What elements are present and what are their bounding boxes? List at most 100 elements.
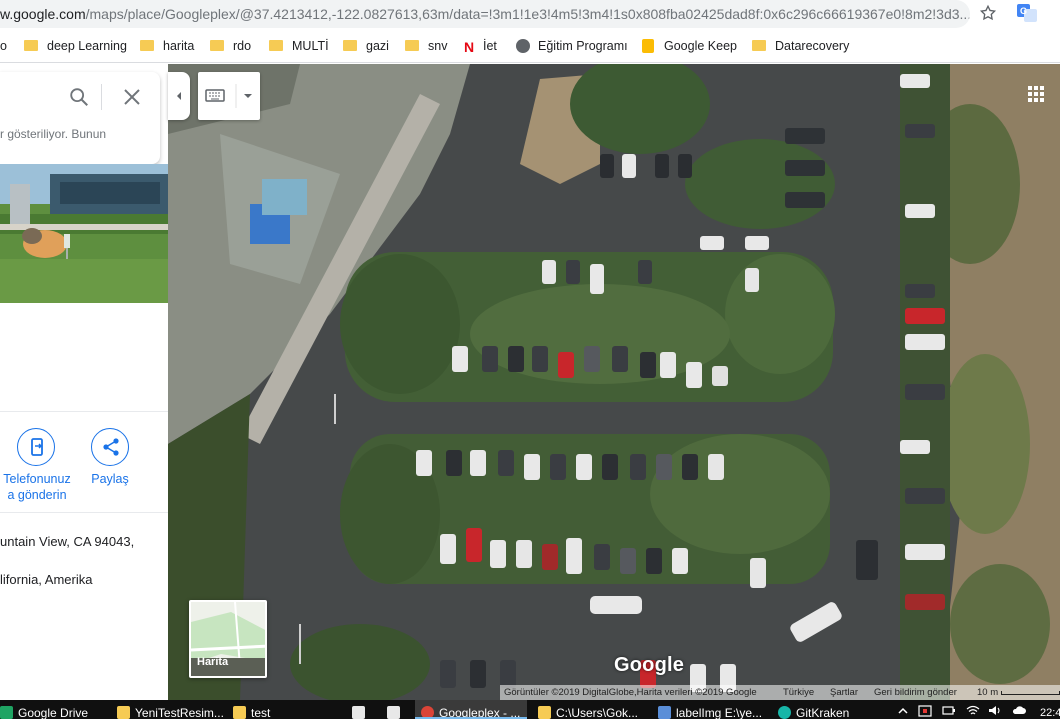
divider [0, 512, 168, 513]
bookmark-label: gazi [366, 39, 389, 53]
taskbar-item-explorer[interactable]: C:\Users\Gok... [538, 700, 650, 719]
globe-icon [516, 39, 530, 53]
action-label-line: Paylaş [91, 472, 129, 486]
search-hint-text: r gösteriliyor. Bunun [0, 127, 107, 141]
taskbar-item-folder[interactable]: YeniTestResim... [117, 700, 227, 719]
folder-icon [210, 40, 224, 51]
search-input[interactable] [0, 80, 60, 110]
divider [0, 411, 168, 412]
bookmark-item[interactable]: Datarecovery [752, 37, 849, 55]
url-field[interactable]: w.google.com/maps/place/Googleplex/@37.4… [0, 0, 970, 28]
map-layer-toggle[interactable]: Harita [189, 600, 267, 678]
scale-label[interactable]: 10 m [977, 685, 998, 700]
antivirus-icon[interactable] [918, 704, 932, 717]
action-label-line: Telefonunuz [3, 472, 71, 486]
taskbar-item-mail[interactable] [387, 700, 405, 719]
send-to-phone-label[interactable]: Telefonunuz a gönderin [0, 471, 74, 503]
netflix-icon: N [464, 39, 475, 55]
country-link[interactable]: Türkiye [783, 685, 814, 700]
star-outline-icon[interactable] [979, 4, 997, 22]
map-attribution: Görüntüler ©2019 DigitalGlobe,Harita ver… [500, 685, 1060, 700]
cloud-sync-icon[interactable] [1012, 704, 1026, 717]
chevron-up-icon[interactable] [896, 704, 910, 717]
bookmark-label: MULTİ [292, 39, 329, 53]
scale-bar [1001, 691, 1060, 695]
place-photo[interactable] [0, 164, 168, 303]
send-to-phone-icon [31, 438, 43, 456]
folder-icon [140, 40, 154, 51]
taskbar-item-google-drive[interactable]: Google Drive [0, 700, 110, 719]
taskbar-item-folder[interactable]: test [233, 700, 343, 719]
bookmark-label: Google Keep [664, 39, 737, 53]
bookmarks-bar: o deep Learning harita rdo MULTİ gazi sn… [0, 30, 1060, 63]
search-icon[interactable] [68, 86, 90, 108]
bookmark-label: snv [428, 39, 448, 53]
taskbar-label: Googleplex - ... [439, 706, 521, 719]
drive-icon [0, 706, 13, 719]
bookmark-item[interactable]: MULTİ [269, 37, 329, 55]
volume-icon[interactable] [988, 704, 1002, 717]
keep-icon [642, 39, 654, 53]
collapse-panel-button[interactable] [168, 72, 190, 120]
send-to-phone-button[interactable] [17, 428, 55, 466]
layer-toggle-label: Harita [197, 656, 229, 668]
taskbar-item-store[interactable] [352, 700, 370, 719]
apps-grid-icon[interactable] [1027, 85, 1045, 103]
bookmark-item[interactable]: Eğitim Programı [516, 37, 628, 55]
bookmark-item[interactable]: Google Keep [642, 37, 737, 55]
folder-icon [405, 40, 419, 51]
wifi-icon[interactable] [966, 704, 980, 717]
taskbar-label: test [251, 706, 271, 719]
taskbar-label: labelImg E:\ye... [676, 706, 763, 719]
close-icon[interactable] [123, 88, 141, 106]
feedback-link[interactable]: Geri bildirim gönder [874, 685, 957, 700]
bookmark-label: Eğitim Programı [538, 39, 628, 53]
bookmark-item[interactable]: gazi [343, 37, 389, 55]
photo-image [0, 164, 168, 303]
share-label[interactable]: Paylaş [80, 471, 140, 487]
url-path: /maps/place/Googleplex/@37.4213412,-122.… [85, 6, 970, 22]
gitkraken-icon [778, 706, 791, 719]
share-icon [103, 438, 119, 456]
keyboard-icon [205, 84, 252, 108]
labelimg-icon [658, 706, 671, 719]
svg-text:G: G [1020, 6, 1027, 16]
bookmark-item[interactable]: rdo [210, 37, 251, 55]
bookmark-label: rdo [233, 39, 252, 53]
folder-icon [343, 40, 357, 51]
share-button[interactable] [91, 428, 129, 466]
folder-icon [752, 40, 766, 51]
bookmark-item[interactable]: harita [140, 37, 194, 55]
taskbar-item-labelimg[interactable]: labelImg E:\ye... [658, 700, 770, 719]
store-icon [352, 706, 365, 719]
input-tools-button[interactable] [198, 72, 260, 120]
taskbar-item-chrome[interactable]: Googleplex - ... [415, 700, 527, 719]
mail-icon [387, 706, 400, 719]
google-translate-icon[interactable]: G [1017, 4, 1037, 22]
taskbar-label: YeniTestResim... [135, 706, 224, 719]
terms-link[interactable]: Şartlar [830, 685, 858, 700]
bookmark-item[interactable]: deep Learning [24, 37, 127, 55]
imagery-credit: Görüntüler ©2019 DigitalGlobe,Harita ver… [504, 687, 757, 698]
windows-taskbar: Google Drive YeniTestResim... test Googl… [0, 700, 1060, 719]
bookmark-item[interactable]: N İet [464, 37, 497, 55]
taskbar-clock[interactable]: 22:4 [1040, 700, 1060, 719]
folder-icon [233, 706, 246, 719]
browser-address-bar: w.google.com/maps/place/Googleplex/@37.4… [0, 0, 1060, 30]
bookmark-label: o [0, 39, 7, 53]
taskbar-label: Google Drive [18, 706, 89, 719]
bookmark-label: İet [483, 39, 497, 53]
address-line[interactable]: untain View, CA 94043, [0, 534, 134, 549]
url-host: w.google.com [0, 6, 86, 22]
chrome-icon [421, 706, 434, 717]
taskbar-item-gitkraken[interactable]: GitKraken [778, 700, 888, 719]
address-line: lifornia, Amerika [0, 572, 93, 587]
bookmark-label: harita [163, 39, 195, 53]
folder-icon [269, 40, 283, 51]
taskbar-label: C:\Users\Gok... [556, 706, 639, 719]
battery-icon[interactable] [942, 704, 956, 717]
explorer-icon [538, 706, 551, 719]
bookmark-item[interactable]: snv [405, 37, 447, 55]
divider [101, 84, 102, 110]
bookmark-item[interactable]: o [0, 37, 7, 55]
